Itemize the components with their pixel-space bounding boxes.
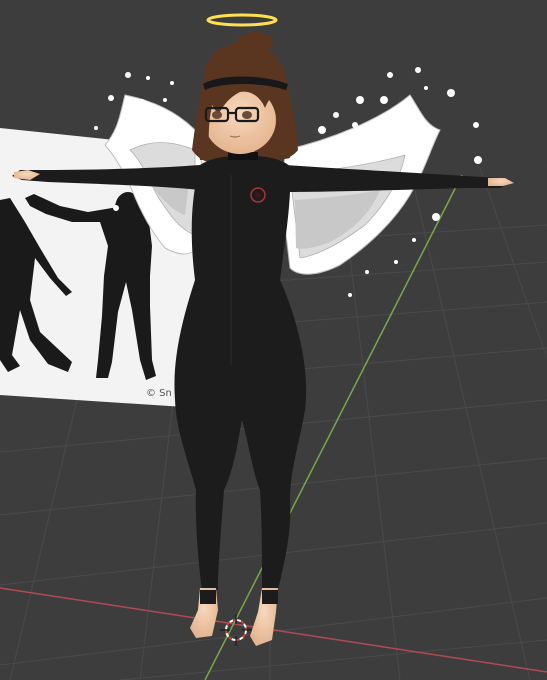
- right-eye: [242, 111, 252, 119]
- left-ankle-band: [200, 590, 216, 604]
- right-hand: [488, 178, 514, 186]
- hair-bun: [237, 32, 273, 52]
- chest-emblem: [250, 187, 266, 203]
- 3d-viewport[interactable]: © Sn: [0, 0, 547, 680]
- right-ankle-band: [262, 590, 278, 604]
- reference-watermark: © Sn: [146, 388, 172, 399]
- left-eye: [212, 111, 222, 119]
- body-suit: [174, 155, 307, 590]
- halo: [206, 13, 278, 27]
